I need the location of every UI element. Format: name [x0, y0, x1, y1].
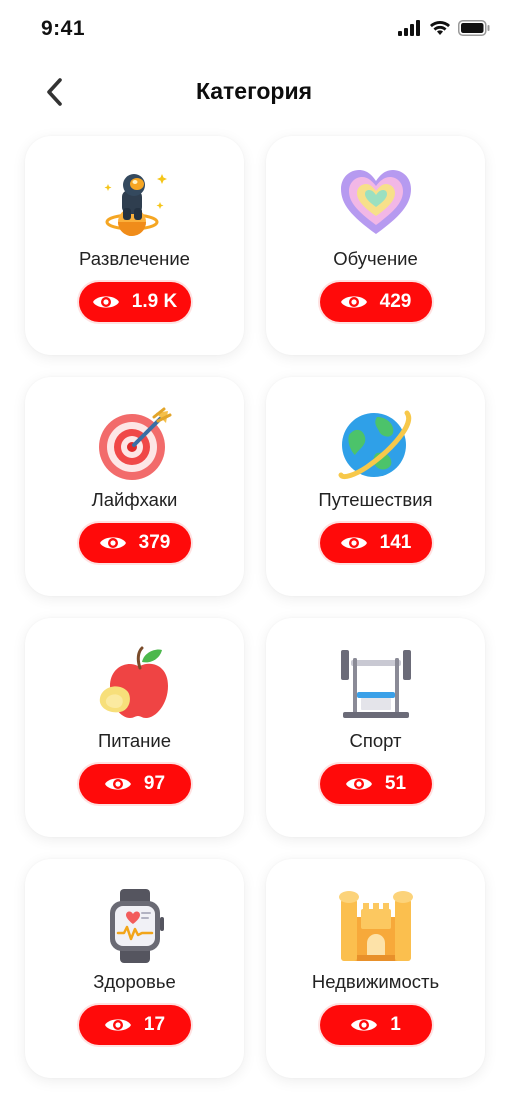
category-card-nutrition[interactable]: Питание 97	[25, 618, 244, 837]
view-count: 429	[379, 291, 412, 312]
eye-icon	[340, 537, 367, 549]
eye-icon	[92, 296, 119, 308]
battery-icon	[458, 20, 490, 36]
category-card-entertainment[interactable]: Развлечение 1.9 K	[25, 136, 244, 355]
view-count: 17	[143, 1014, 166, 1035]
eye-icon	[345, 778, 372, 790]
category-label: Лайфхаки	[91, 489, 178, 510]
category-label: Развлечение	[79, 248, 190, 269]
category-label: Питание	[97, 730, 172, 751]
status-time: 9:41	[41, 17, 86, 40]
view-count-badge: 141	[319, 523, 432, 563]
view-count-badge: 51	[319, 764, 432, 804]
view-count: 1	[390, 1014, 401, 1035]
category-card-lifehacks[interactable]: Лайфхаки 379	[25, 377, 244, 596]
category-card-sport[interactable]: Спорт 51	[266, 618, 485, 837]
castle-icon	[338, 891, 413, 961]
view-count-badge: 379	[78, 523, 191, 563]
heart-icon	[340, 170, 411, 234]
header: Категория	[0, 62, 508, 122]
view-count: 379	[138, 532, 171, 553]
page-title: Категория	[195, 78, 313, 104]
bench-press-icon	[340, 650, 411, 718]
eye-icon	[99, 537, 126, 549]
category-label: Здоровье	[93, 971, 176, 992]
view-count-badge: 1	[319, 1005, 432, 1045]
view-count-badge: 17	[78, 1005, 191, 1045]
view-count: 51	[384, 773, 407, 794]
category-label: Недвижимость	[311, 971, 440, 992]
view-count: 97	[143, 773, 166, 794]
category-card-real-estate[interactable]: Недвижимость 1	[266, 859, 485, 1078]
eye-icon	[104, 778, 131, 790]
target-icon	[98, 407, 171, 480]
eye-icon	[351, 1019, 378, 1031]
status-icons	[398, 20, 490, 36]
planet-icon	[338, 410, 411, 480]
view-count: 141	[379, 532, 412, 553]
category-label: Путешествия	[318, 489, 433, 510]
status-bar: 9:41	[0, 0, 508, 62]
category-card-travel[interactable]: Путешествия 141	[266, 377, 485, 596]
eye-icon	[104, 1019, 131, 1031]
category-card-education[interactable]: Обучение 429	[266, 136, 485, 355]
view-count-badge: 1.9 K	[78, 282, 191, 322]
eye-icon	[340, 296, 367, 308]
category-screen: 9:41 Категория Развлечение 1.9 K Обучени…	[0, 0, 508, 1104]
category-grid: Развлечение 1.9 K Обучение 429 Лайфхаки …	[25, 136, 487, 1078]
apple-icon	[99, 646, 168, 718]
category-label: Обучение	[333, 248, 418, 269]
category-label: Спорт	[349, 730, 402, 751]
view-count: 1.9 K	[131, 291, 178, 312]
astronaut-icon	[104, 174, 167, 236]
wifi-icon	[430, 21, 450, 35]
category-card-health[interactable]: Здоровье 17	[25, 859, 244, 1078]
view-count-badge: 429	[319, 282, 432, 322]
smartwatch-icon	[109, 889, 164, 963]
cellular-signal-icon	[398, 20, 420, 36]
view-count-badge: 97	[78, 764, 191, 804]
